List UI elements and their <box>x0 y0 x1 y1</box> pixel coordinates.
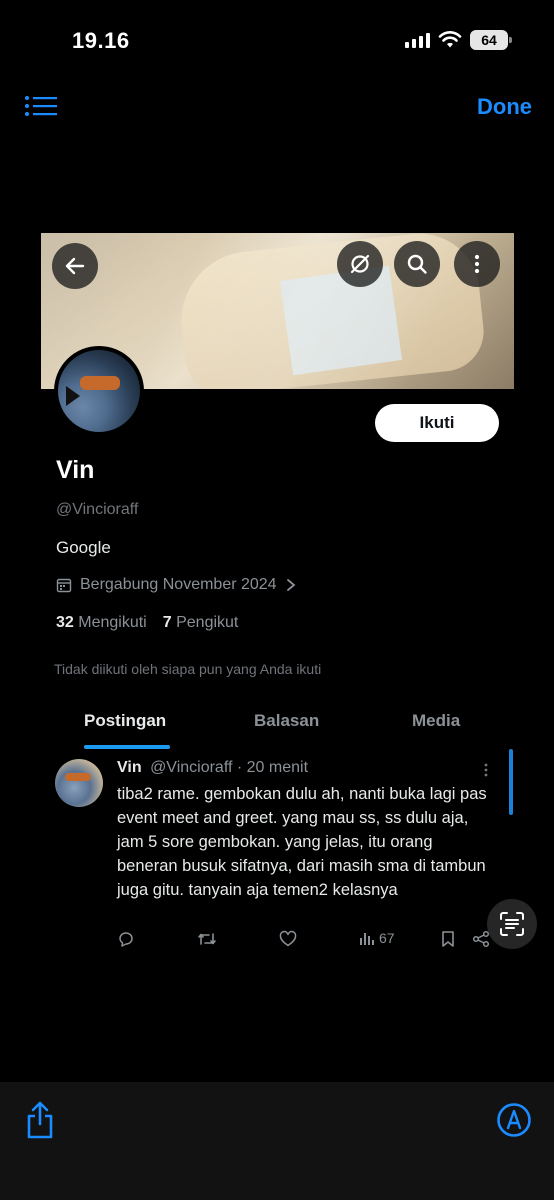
profile-name: Vin <box>56 456 95 484</box>
tweet-more-icon[interactable] <box>484 763 488 777</box>
share-nodes-icon <box>472 930 490 948</box>
following-count-link[interactable]: 32 Mengikuti <box>56 614 147 632</box>
repost-button[interactable] <box>197 930 217 948</box>
scroll-indicator <box>509 749 513 815</box>
joined-date-text: Bergabung November 2024 <box>80 576 277 593</box>
status-bar: 19.16 64 <box>0 0 554 80</box>
wifi-icon <box>438 31 462 48</box>
reply-icon <box>119 932 133 947</box>
heart-icon <box>279 930 297 947</box>
views-count: 67 <box>379 930 395 946</box>
arrow-left-icon <box>65 257 85 275</box>
done-button[interactable]: Done <box>477 94 532 120</box>
calendar-icon <box>56 578 72 593</box>
profile-screenshot: Ikuti Vin @Vincioraff Google Bergabung N… <box>41 233 514 963</box>
like-button[interactable] <box>279 930 297 948</box>
follow-counts: 32 Mengikuti 7 Pengikut <box>56 614 238 632</box>
search-icon <box>407 254 427 274</box>
tweet-handle: @Vincioraff <box>150 759 233 776</box>
profile-avatar[interactable] <box>54 346 144 436</box>
chevron-right-icon <box>286 579 295 591</box>
list-icon[interactable] <box>24 94 58 122</box>
tweet-item[interactable]: Vin @Vincioraff · 20 menit tiba2 rame. g… <box>41 749 514 963</box>
tweet-time: · 20 menit <box>236 759 309 776</box>
markup-icon[interactable] <box>496 1102 532 1138</box>
tweet-text: tiba2 rame. gembokan dulu ah, nanti buka… <box>117 785 487 899</box>
profile-handle: @Vincioraff <box>56 501 139 518</box>
bookmark-button[interactable] <box>440 930 456 948</box>
grok-button[interactable] <box>337 241 383 287</box>
grok-icon <box>350 254 370 274</box>
tweet-actions: 67 <box>41 930 514 954</box>
more-options-button[interactable] <box>454 241 500 287</box>
status-time: 19.16 <box>72 28 130 53</box>
profile-bio: Google <box>56 538 111 557</box>
battery-level: 64 <box>481 32 497 48</box>
mutual-followers-note: Tidak diikuti oleh siapa pun yang Anda i… <box>54 661 322 677</box>
share-post-button[interactable] <box>472 930 490 948</box>
live-text-button[interactable] <box>487 899 537 949</box>
repost-icon <box>198 933 216 945</box>
followers-count-link[interactable]: 7 Pengikut <box>163 614 239 632</box>
tab-replies[interactable]: Balasan <box>254 711 319 731</box>
followers-label: Pengikut <box>176 614 239 631</box>
tab-posts[interactable]: Postingan <box>84 711 166 731</box>
search-button[interactable] <box>394 241 440 287</box>
viewer-toolbar: Done <box>0 90 554 130</box>
more-vertical-icon <box>474 254 480 274</box>
back-button[interactable] <box>52 243 98 289</box>
followers-count: 7 <box>162 614 172 631</box>
reply-button[interactable] <box>117 930 135 948</box>
following-label: Mengikuti <box>78 614 147 631</box>
status-icons: 64 <box>405 30 512 50</box>
views-button[interactable]: 67 <box>359 930 395 946</box>
tweet-header: Vin @Vincioraff · 20 menit <box>117 759 308 777</box>
cellular-signal-icon <box>405 32 430 48</box>
joined-date-row[interactable]: Bergabung November 2024 <box>56 576 297 594</box>
bottom-toolbar <box>0 1082 554 1200</box>
following-count: 32 <box>56 614 74 631</box>
battery-indicator: 64 <box>470 30 512 50</box>
tweet-author: Vin <box>117 759 142 776</box>
share-icon[interactable] <box>24 1100 56 1140</box>
bookmark-icon <box>442 931 454 947</box>
follow-button[interactable]: Ikuti <box>375 404 499 442</box>
tweet-avatar[interactable] <box>55 759 103 807</box>
live-text-icon <box>500 912 524 936</box>
tab-media[interactable]: Media <box>412 711 460 731</box>
analytics-icon <box>360 933 374 945</box>
profile-tabs: Postingan Balasan Media <box>41 703 514 749</box>
